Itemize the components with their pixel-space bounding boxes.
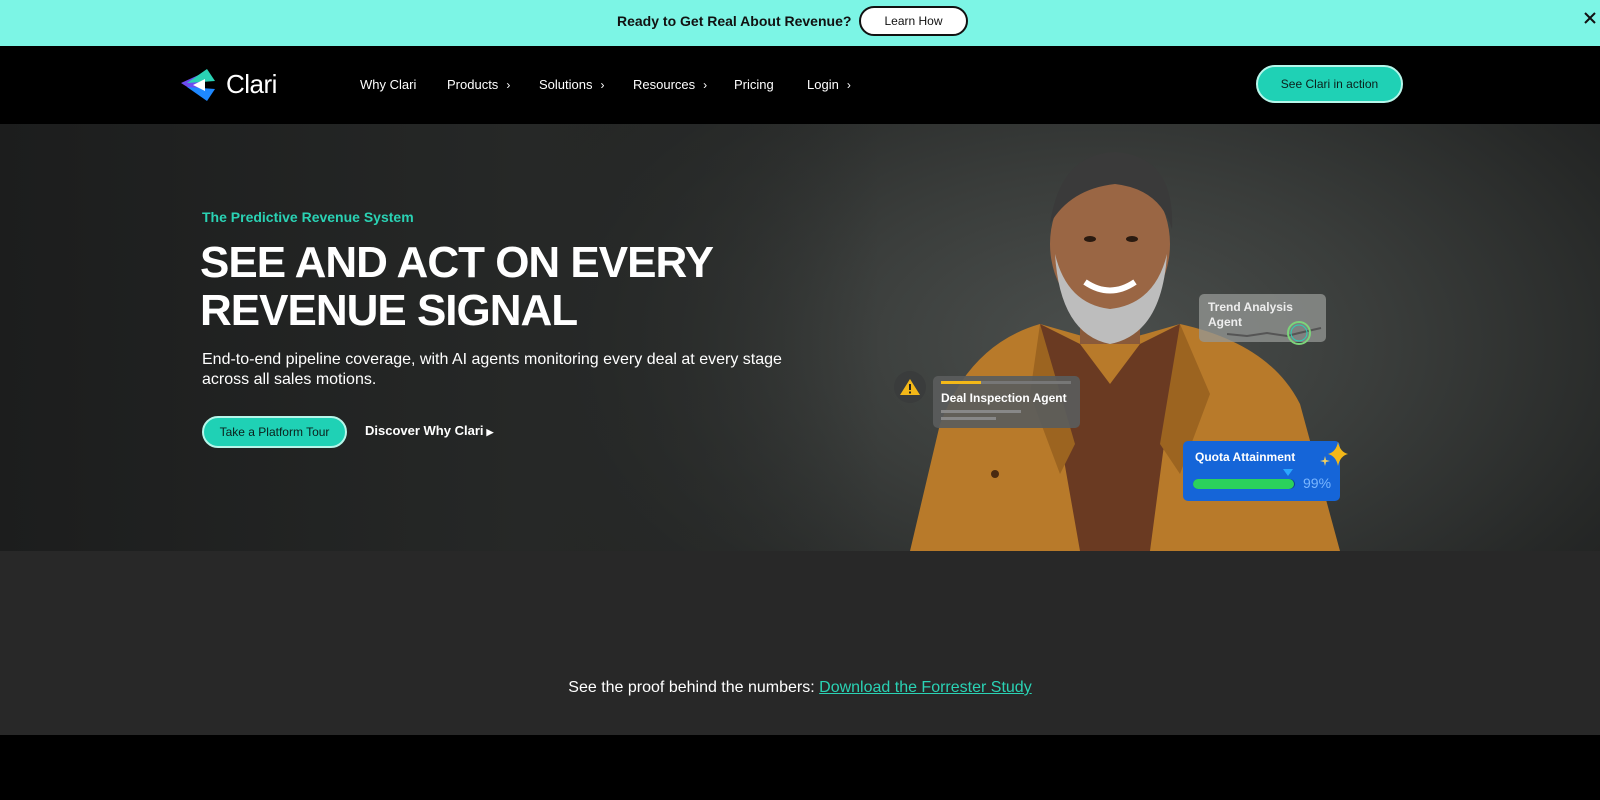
forrester-study-link[interactable]: Download the Forrester Study xyxy=(819,679,1032,696)
quota-percent: 99% xyxy=(1303,475,1332,491)
page-bottom xyxy=(0,735,1600,800)
hero-eyebrow: The Predictive Revenue System xyxy=(202,209,414,225)
learn-how-button[interactable]: Learn How xyxy=(859,6,968,36)
headline-line-1: SEE AND ACT ON EVERY xyxy=(200,238,714,287)
nav-item-label: Resources xyxy=(633,77,696,92)
chevron-right-icon: › xyxy=(703,78,708,92)
marker-icon xyxy=(1283,469,1293,476)
hero-headline: SEE AND ACT ON EVERY REVENUE SIGNAL xyxy=(200,239,820,335)
quota-progress-fill xyxy=(1193,479,1294,489)
announcement-text: Ready to Get Real About Revenue? xyxy=(617,13,852,29)
quota-label: Quota Attainment xyxy=(1195,450,1296,464)
clari-logo-icon xyxy=(181,69,215,101)
chevron-right-icon: › xyxy=(846,78,851,92)
brand-name: Clari xyxy=(226,69,277,99)
close-icon[interactable] xyxy=(1583,11,1597,25)
hero-subhead: End-to-end pipeline coverage, with AI ag… xyxy=(202,351,782,388)
nav-item-label: Products xyxy=(447,77,499,92)
deal-inspection-card: Deal Inspection Agent xyxy=(933,376,1080,428)
platform-tour-button[interactable]: Take a Platform Tour xyxy=(202,416,347,448)
announcement-bar: Ready to Get Real About Revenue? Learn H… xyxy=(0,0,1600,46)
discover-label: Discover Why Clari xyxy=(365,423,484,438)
progress-decoration xyxy=(941,381,1071,384)
quota-attainment-card: Quota Attainment 99% xyxy=(1183,441,1340,501)
sparkle-icon xyxy=(1320,442,1348,466)
deal-inspection-label: Deal Inspection Agent xyxy=(941,391,1067,405)
chevron-right-icon: › xyxy=(506,78,511,92)
discover-why-clari-link[interactable]: Discover Why Clari ▶ xyxy=(365,423,493,438)
chevron-right-icon: › xyxy=(600,78,605,92)
trend-line-icon xyxy=(1227,321,1322,345)
headline-line-2: REVENUE SIGNAL xyxy=(200,286,578,335)
hero-backdrop xyxy=(0,124,880,551)
nav-login[interactable]: Login › xyxy=(807,77,851,92)
nav-item-label: Login xyxy=(807,77,839,92)
proof-text-line: See the proof behind the numbers: Downlo… xyxy=(0,679,1600,697)
caret-right-icon: ▶ xyxy=(486,427,494,437)
hero-section: The Predictive Revenue System SEE AND AC… xyxy=(0,124,1600,551)
nav-resources[interactable]: Resources › xyxy=(633,77,707,92)
nav-products[interactable]: Products › xyxy=(447,77,510,92)
nav-item-label: Why Clari xyxy=(360,77,417,92)
trend-analysis-card: Trend Analysis Agent xyxy=(1199,294,1326,345)
see-clari-in-action-button[interactable]: See Clari in action xyxy=(1256,65,1403,103)
nav-why-clari[interactable]: Why Clari xyxy=(360,77,416,92)
quota-progress-track xyxy=(1193,479,1295,489)
nav-pricing[interactable]: Pricing xyxy=(734,77,774,92)
nav-item-label: Solutions xyxy=(539,77,593,92)
nav-solutions[interactable]: Solutions › xyxy=(539,77,604,92)
text-lines-decoration xyxy=(941,410,1021,420)
main-nav: Clari Why Clari Products › Solutions › Res… xyxy=(0,46,1600,124)
nav-item-label: Pricing xyxy=(734,77,774,92)
proof-text: See the proof behind the numbers: xyxy=(568,679,820,696)
proof-section: See the proof behind the numbers: Downlo… xyxy=(0,551,1600,735)
warning-icon xyxy=(894,371,926,403)
